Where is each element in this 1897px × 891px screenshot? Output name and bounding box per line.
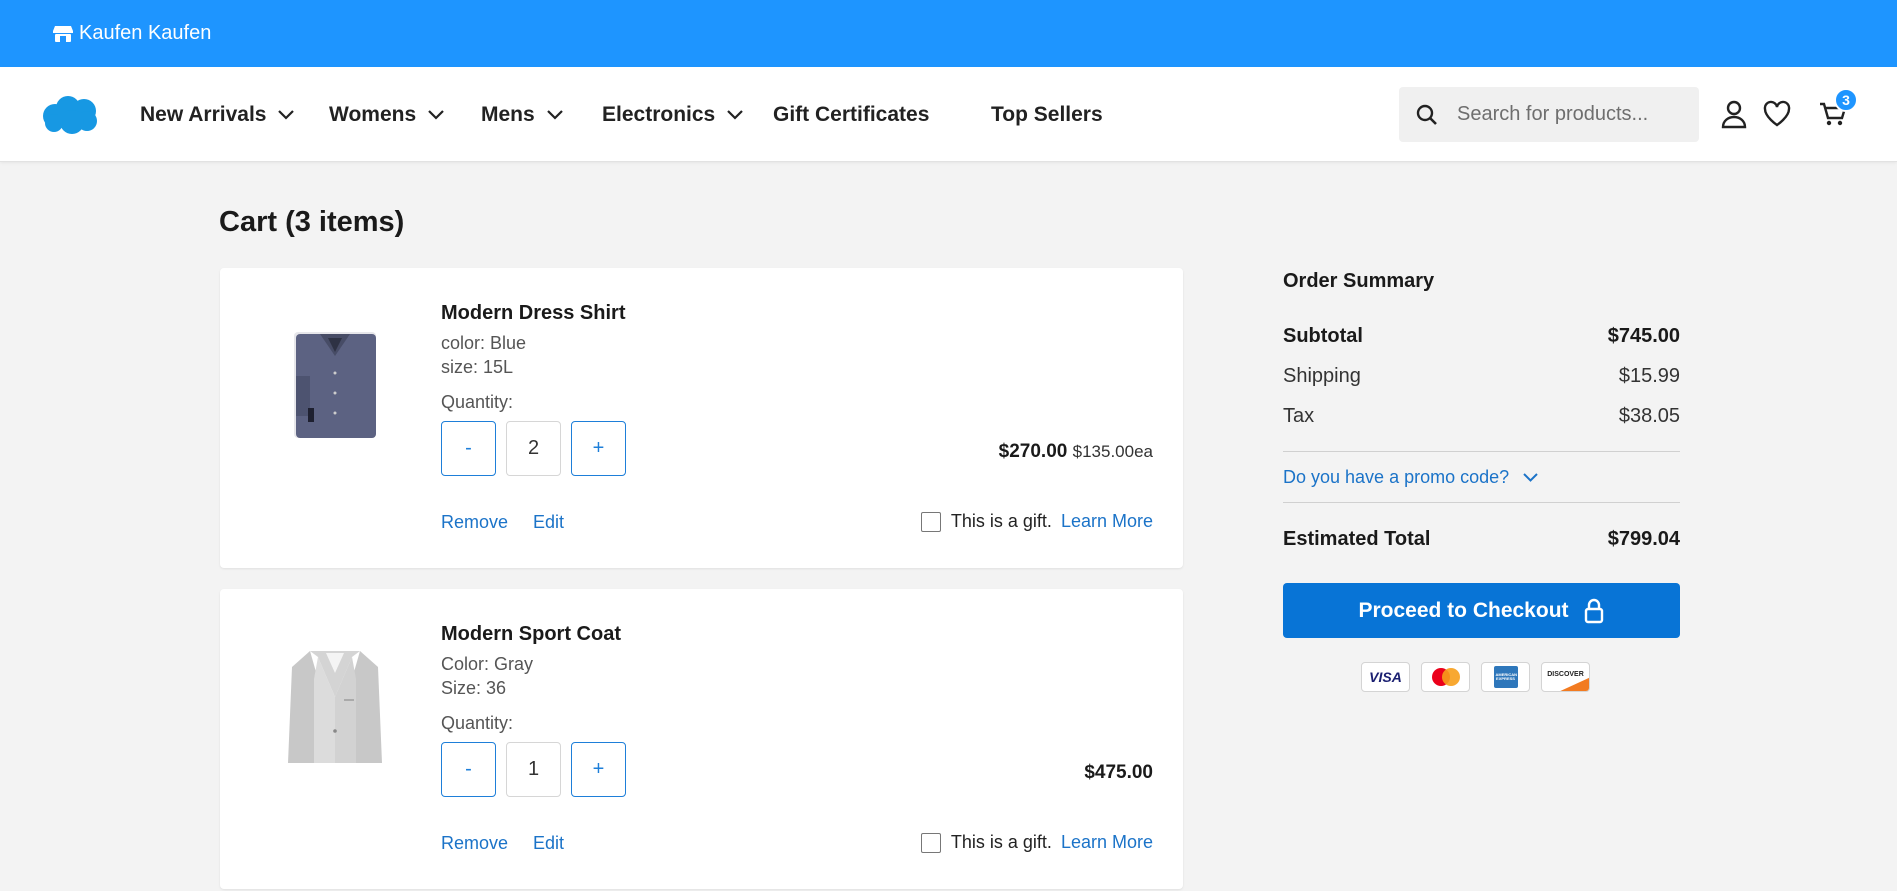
promo-code-label: Do you have a promo code? — [1283, 467, 1510, 487]
product-size: size: 15L — [441, 357, 514, 377]
divider — [1283, 451, 1680, 452]
remove-link[interactable]: Remove — [441, 512, 508, 533]
quantity-increase-button[interactable]: + — [571, 742, 626, 797]
sport-coat-image[interactable] — [280, 639, 390, 769]
nav-new-arrivals[interactable]: New Arrivals — [140, 67, 295, 162]
search-input[interactable] — [1457, 103, 1687, 126]
cart-item-card: Modern Sport Coat Color: Gray Size: 36 Q… — [220, 589, 1183, 889]
store-name: Kaufen Kaufen — [79, 22, 212, 44]
chevron-down-icon — [428, 109, 444, 120]
shipping-label: Shipping — [1283, 365, 1361, 387]
salesforce-cloud-logo[interactable] — [40, 93, 100, 135]
quantity-input[interactable]: 2 — [506, 421, 561, 476]
subtotal-value: $745.00 — [1607, 325, 1680, 347]
gift-checkbox[interactable] — [920, 832, 941, 853]
subtotal-row: Subtotal $745.00 — [1283, 325, 1680, 348]
learn-more-link[interactable]: Learn More — [1061, 832, 1153, 853]
nav-womens[interactable]: Womens — [329, 67, 444, 162]
divider — [1283, 502, 1680, 503]
product-color: color: Blue — [441, 333, 527, 353]
item-price: $270.00 $135.00ea — [999, 441, 1153, 463]
edit-link[interactable]: Edit — [533, 512, 564, 533]
main-navbar: New Arrivals Womens Mens Electronics Gif… — [0, 67, 1897, 162]
cart-count-badge: 3 — [1834, 88, 1858, 112]
gift-option: This is a gift. Learn More — [920, 832, 1153, 853]
dress-shirt-image[interactable] — [280, 318, 390, 448]
gift-label: This is a gift. — [950, 511, 1052, 531]
quantity-label: Quantity: — [441, 392, 514, 412]
chevron-down-icon — [546, 109, 563, 120]
item-unit-price: $135.00ea — [1072, 442, 1153, 461]
mastercard-icon — [1421, 662, 1470, 692]
estimated-total-row: Estimated Total $799.04 — [1283, 528, 1680, 551]
estimated-total-value: $799.04 — [1607, 528, 1680, 550]
chevron-down-icon — [727, 109, 743, 120]
tax-label: Tax — [1283, 405, 1315, 427]
discover-card-icon: DISCOVER — [1541, 662, 1590, 692]
gift-option: This is a gift. Learn More — [920, 511, 1153, 532]
tax-value: $38.05 — [1618, 405, 1680, 427]
wishlist-heart-icon[interactable] — [1762, 99, 1792, 129]
search-icon[interactable] — [1416, 104, 1438, 126]
page-title: Cart (3 items) — [219, 206, 405, 238]
nav-gift-certificates[interactable]: Gift Certificates — [773, 67, 929, 162]
quantity-input[interactable]: 1 — [506, 742, 561, 797]
edit-link[interactable]: Edit — [533, 833, 564, 854]
remove-link[interactable]: Remove — [441, 833, 508, 854]
quantity-label: Quantity: — [441, 713, 514, 733]
product-size: Size: 36 — [441, 678, 507, 698]
visa-card-icon: VISA — [1361, 662, 1410, 692]
search-box — [1399, 87, 1699, 142]
subtotal-label: Subtotal — [1283, 325, 1363, 347]
promo-code-toggle[interactable]: Do you have a promo code? — [1283, 467, 1538, 488]
quantity-decrease-button[interactable]: - — [441, 742, 496, 797]
shipping-row: Shipping $15.99 — [1283, 365, 1680, 388]
tax-row: Tax $38.05 — [1283, 405, 1680, 428]
order-summary-title: Order Summary — [1283, 270, 1435, 292]
product-name[interactable]: Modern Dress Shirt — [441, 302, 625, 325]
nav-top-sellers[interactable]: Top Sellers — [991, 67, 1103, 162]
chevron-down-icon — [1523, 473, 1538, 482]
lock-icon — [1583, 598, 1605, 624]
quantity-increase-button[interactable]: + — [571, 421, 626, 476]
item-price: $475.00 — [1084, 762, 1153, 784]
top-banner: Kaufen Kaufen — [0, 0, 1897, 67]
account-icon[interactable] — [1719, 99, 1749, 129]
estimated-total-label: Estimated Total — [1283, 528, 1431, 550]
nav-electronics[interactable]: Electronics — [602, 67, 743, 162]
payment-methods: VISA AMERICAN EXPRESS DISCOVER — [1361, 662, 1590, 692]
american-express-icon: AMERICAN EXPRESS — [1481, 662, 1530, 692]
quantity-decrease-button[interactable]: - — [441, 421, 496, 476]
cart-item-card: Modern Dress Shirt color: Blue size: 15L… — [220, 268, 1183, 568]
nav-mens[interactable]: Mens — [481, 67, 563, 162]
proceed-to-checkout-button[interactable]: Proceed to Checkout — [1283, 583, 1680, 638]
shipping-value: $15.99 — [1618, 365, 1680, 387]
gift-checkbox[interactable] — [920, 511, 941, 532]
product-name[interactable]: Modern Sport Coat — [441, 623, 621, 646]
order-summary: Order Summary Subtotal $745.00 Shipping … — [1283, 270, 1680, 692]
chevron-down-icon — [278, 109, 295, 120]
product-color: Color: Gray — [441, 654, 534, 674]
item-total-price: $270.00 — [998, 441, 1068, 462]
gift-label: This is a gift. — [950, 832, 1052, 852]
checkout-label: Proceed to Checkout — [1358, 598, 1569, 622]
learn-more-link[interactable]: Learn More — [1061, 511, 1153, 532]
item-total-price: $475.00 — [1084, 762, 1153, 783]
store-icon — [53, 25, 73, 43]
